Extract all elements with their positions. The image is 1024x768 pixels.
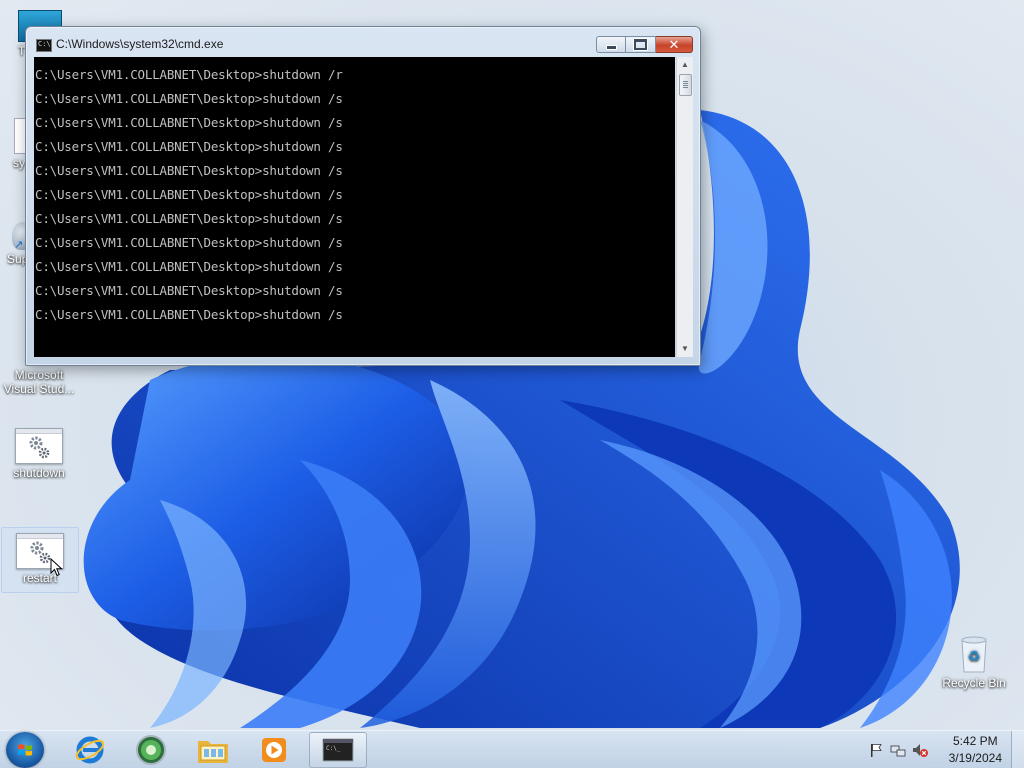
svg-text:♻: ♻ (968, 649, 981, 665)
desktop-icon-label: shutdown (13, 466, 65, 480)
console-line: C:\Users\VM1.COLLABNET\Desktop>shutdown … (35, 235, 343, 250)
maximize-icon (634, 39, 647, 50)
desktop-icon-label: restart (22, 571, 57, 585)
scroll-up-icon[interactable]: ▲ (677, 57, 693, 73)
taskbar-file-explorer[interactable] (187, 732, 239, 768)
recycle-bin-icon: ♻ (958, 636, 990, 674)
clock-time: 5:42 PM (952, 734, 998, 748)
desktop-icon-recycle-bin[interactable]: ♻ Recycle Bin (936, 636, 1012, 690)
console-line: C:\Users\VM1.COLLABNET\Desktop>shutdown … (35, 187, 343, 202)
minimize-icon (605, 45, 617, 50)
console-line: C:\Users\VM1.COLLABNET\Desktop>shutdown … (35, 67, 343, 82)
console-line: C:\Users\VM1.COLLABNET\Desktop>shutdown … (35, 91, 343, 106)
console-line: C:\Users\VM1.COLLABNET\Desktop>shutdown … (35, 307, 343, 322)
title-bar[interactable]: C:\ C:\Windows\system32\cmd.exe ✕ (26, 27, 700, 57)
show-desktop-button[interactable] (1011, 731, 1024, 768)
start-button[interactable] (6, 732, 44, 768)
console-line: C:\Users\VM1.COLLABNET\Desktop>shutdown … (35, 163, 343, 178)
console-line: C:\Users\VM1.COLLABNET\Desktop>shutdown … (35, 283, 343, 298)
mouse-cursor-icon (50, 558, 63, 577)
clock[interactable]: 5:42 PM 3/19/2024 (949, 733, 1002, 767)
close-icon: ✕ (668, 36, 680, 52)
volume-muted-icon[interactable] (912, 742, 928, 758)
minimize-button[interactable] (596, 36, 626, 53)
desktop-icon-label: Recycle Bin (942, 676, 1006, 690)
file-explorer-icon (198, 741, 228, 763)
desktop-icon-restart[interactable]: restart (1, 527, 79, 593)
console-line: C:\Users\VM1.COLLABNET\Desktop>shutdown … (35, 211, 343, 226)
scroll-down-icon[interactable]: ▼ (677, 341, 693, 357)
media-player-icon (262, 738, 286, 762)
scrollbar-thumb[interactable] (679, 74, 692, 96)
svg-text:C:\_: C:\_ (326, 745, 341, 752)
desktop-icon-shutdown[interactable]: shutdown (1, 428, 77, 480)
taskbar-internet-explorer[interactable] (64, 732, 116, 768)
taskbar-media-center[interactable] (125, 732, 177, 768)
cmd-icon: C:\_ (322, 738, 354, 762)
system-tray: 5:42 PM 3/19/2024 (854, 731, 1024, 768)
cmd-window[interactable]: C:\ C:\Windows\system32\cmd.exe ✕ C:\Use… (25, 26, 701, 366)
network-icon[interactable] (890, 742, 906, 758)
console-line: C:\Users\VM1.COLLABNET\Desktop>shutdown … (35, 259, 343, 274)
close-button[interactable]: ✕ (656, 36, 693, 53)
media-center-icon (136, 735, 166, 765)
vertical-scrollbar[interactable]: ▲ ▼ (676, 57, 693, 357)
desktop-icon-label: Microsoft Visual Stud... (3, 368, 75, 396)
taskbar: C:\_ 5:42 PM 3/19/2024 (0, 730, 1024, 768)
console-output[interactable]: C:\Users\VM1.COLLABNET\Desktop>shutdown … (34, 57, 675, 357)
maximize-button[interactable] (626, 36, 656, 53)
windows-logo-icon (18, 744, 32, 756)
clock-date: 3/19/2024 (948, 751, 1002, 765)
action-center-flag-icon[interactable] (868, 742, 884, 758)
taskbar-cmd[interactable]: C:\_ (309, 732, 367, 768)
console-line: C:\Users\VM1.COLLABNET\Desktop>shutdown … (35, 139, 343, 154)
console-line: C:\Users\VM1.COLLABNET\Desktop>shutdown … (35, 115, 343, 130)
window-title: C:\Windows\system32\cmd.exe (56, 37, 224, 51)
taskbar-media-player[interactable] (248, 732, 300, 768)
batch-file-icon (15, 428, 63, 464)
cmd-icon: C:\ (36, 39, 52, 52)
internet-explorer-icon (75, 736, 105, 764)
